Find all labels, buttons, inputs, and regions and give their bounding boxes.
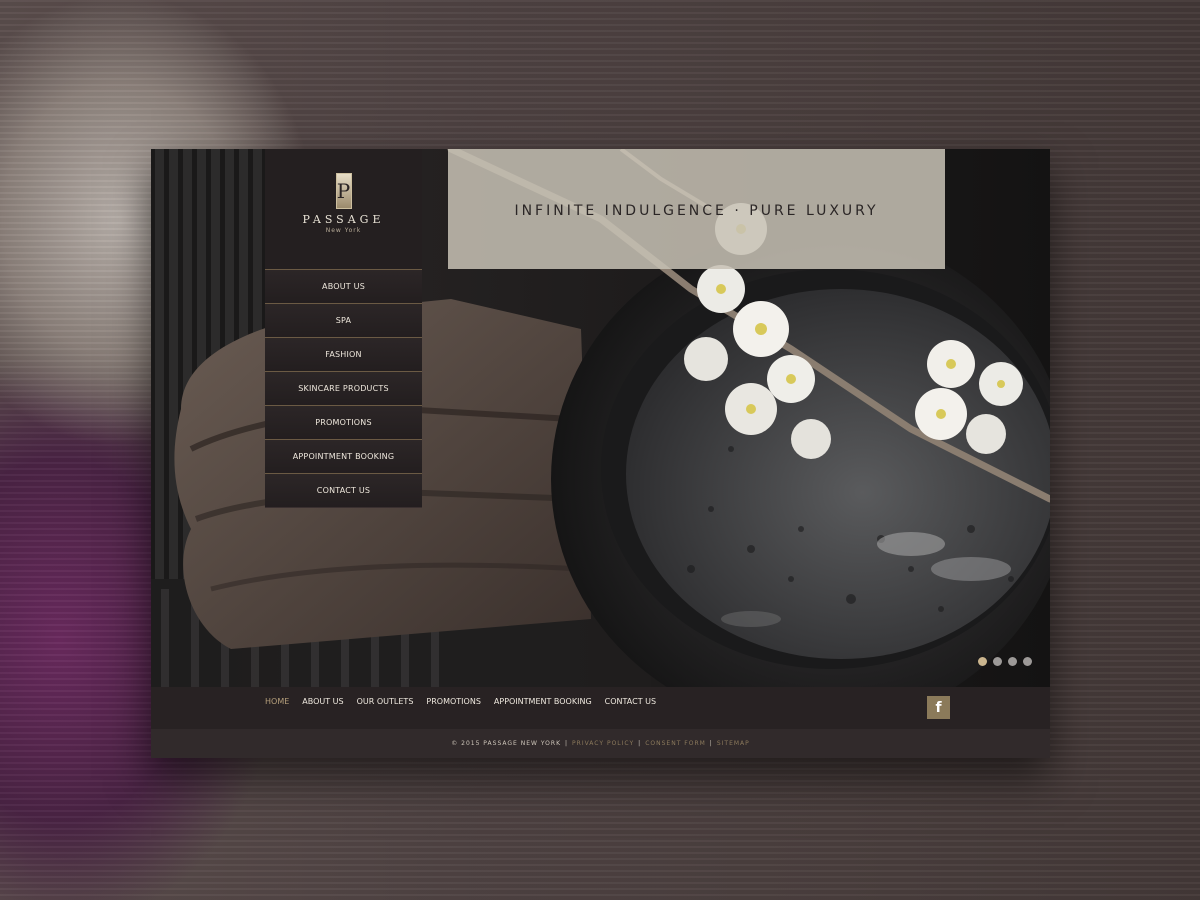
menu-item-contact-us[interactable]: CONTACT US bbox=[265, 473, 422, 508]
tagline-text: INFINITE INDULGENCE · PURE LUXURY bbox=[514, 203, 879, 219]
separator: | bbox=[565, 740, 569, 747]
footer-link-home[interactable]: HOME bbox=[265, 697, 289, 706]
footer-link-appointment-booking[interactable]: APPOINTMENT BOOKING bbox=[494, 697, 592, 706]
slide-dot-1[interactable] bbox=[978, 657, 987, 666]
logo-wordmark: PASSAGE bbox=[302, 213, 385, 226]
slide-dot-3[interactable] bbox=[1008, 657, 1017, 666]
menu-item-spa[interactable]: SPA bbox=[265, 303, 422, 337]
slide-dot-2[interactable] bbox=[993, 657, 1002, 666]
privacy-policy-link[interactable]: PRIVACY POLICY bbox=[572, 740, 634, 747]
footer-link-contact-us[interactable]: CONTACT US bbox=[605, 697, 656, 706]
tagline-banner: INFINITE INDULGENCE · PURE LUXURY bbox=[448, 149, 945, 269]
consent-form-link[interactable]: CONSENT FORM bbox=[645, 740, 706, 747]
sitemap-link[interactable]: SITEMAP bbox=[717, 740, 750, 747]
footer-link-promotions[interactable]: PROMOTIONS bbox=[426, 697, 480, 706]
logo-location: New York bbox=[325, 227, 362, 234]
side-menu: ABOUT US SPA FASHION SKINCARE PRODUCTS P… bbox=[265, 269, 422, 508]
logo[interactable]: P PASSAGE New York bbox=[265, 149, 422, 269]
separator: | bbox=[709, 740, 713, 747]
footer-link-about-us[interactable]: ABOUT US bbox=[302, 697, 343, 706]
menu-item-appointment-booking[interactable]: APPOINTMENT BOOKING bbox=[265, 439, 422, 473]
hero-image: INFINITE INDULGENCE · PURE LUXURY P PASS… bbox=[151, 149, 1050, 687]
menu-item-fashion[interactable]: FASHION bbox=[265, 337, 422, 371]
menu-item-skincare-products[interactable]: SKINCARE PRODUCTS bbox=[265, 371, 422, 405]
slide-dot-4[interactable] bbox=[1023, 657, 1032, 666]
menu-item-promotions[interactable]: PROMOTIONS bbox=[265, 405, 422, 439]
separator: | bbox=[638, 740, 642, 747]
menu-item-about-us[interactable]: ABOUT US bbox=[265, 269, 422, 303]
slider-pagination bbox=[978, 657, 1032, 666]
copyright-text: © 2015 PASSAGE NEW YORK bbox=[451, 740, 561, 747]
footer-link-our-outlets[interactable]: OUR OUTLETS bbox=[357, 697, 414, 706]
copyright-bar: © 2015 PASSAGE NEW YORK | PRIVACY POLICY… bbox=[151, 729, 1050, 758]
facebook-icon[interactable]: f bbox=[927, 696, 950, 719]
footer-navigation: HOME ABOUT US OUR OUTLETS PROMOTIONS APP… bbox=[151, 687, 1050, 729]
website-mockup: INFINITE INDULGENCE · PURE LUXURY P PASS… bbox=[151, 149, 1050, 758]
logo-mark-icon: P bbox=[335, 173, 352, 209]
